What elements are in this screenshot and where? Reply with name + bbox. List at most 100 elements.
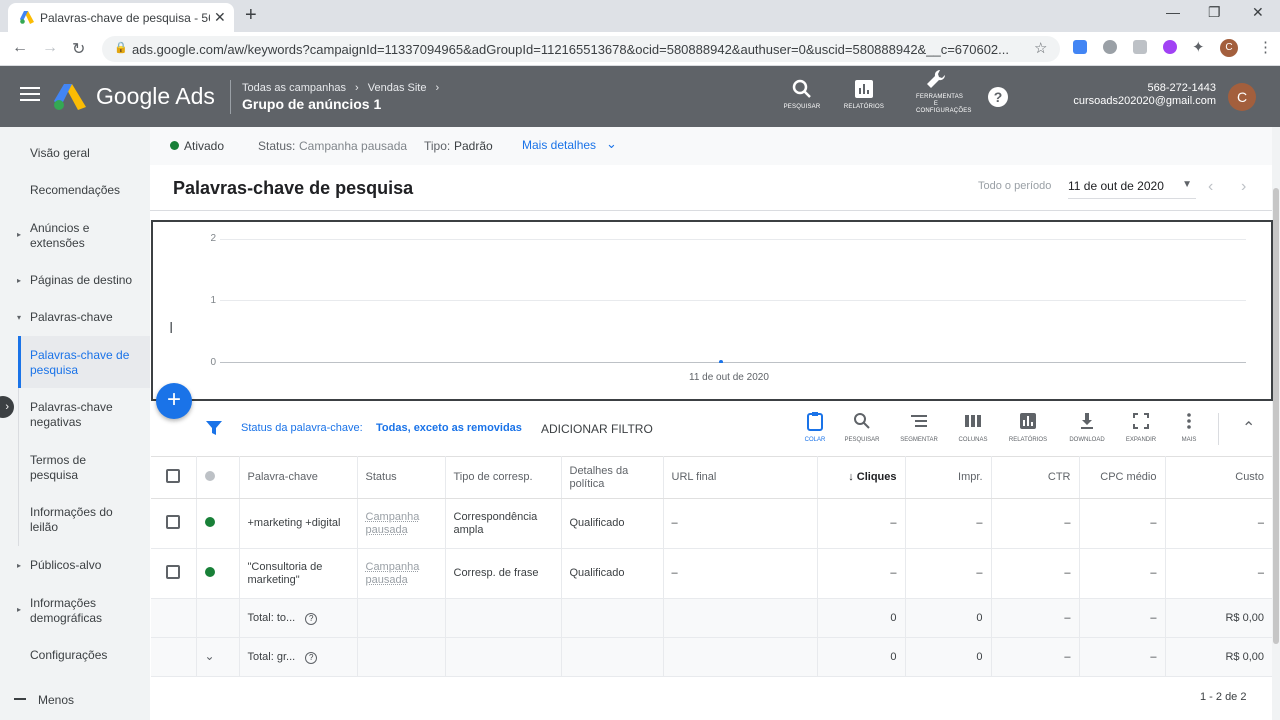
final-url-cell[interactable]: – bbox=[663, 548, 818, 599]
sidebar-item-search-keywords[interactable]: Palavras-chave de pesquisa bbox=[30, 348, 134, 378]
filter-value[interactable]: Todas, exceto as removidas bbox=[376, 422, 522, 434]
col-avg-cpc[interactable]: CPC médio bbox=[1079, 456, 1166, 499]
sidebar-item-ads-extensions[interactable]: Anúncios e extensões bbox=[30, 221, 110, 251]
sidebar-item-overview[interactable]: Visão geral bbox=[30, 146, 140, 161]
y-tick-label: 2 bbox=[210, 233, 216, 244]
search-tool-button[interactable]: PESQUISAR bbox=[772, 78, 832, 111]
sidebar-item-recommendations[interactable]: Recomendações bbox=[30, 183, 140, 198]
col-final-url[interactable]: URL final bbox=[663, 456, 818, 499]
sidebar-less-toggle[interactable]: Menos bbox=[38, 693, 148, 708]
filter-label[interactable]: Status da palavra-chave: bbox=[241, 422, 363, 434]
col-clicks[interactable]: ↓ Cliques bbox=[817, 456, 906, 499]
chevron-down-icon[interactable]: ⌄ bbox=[606, 136, 617, 152]
hamburger-menu-icon[interactable] bbox=[20, 87, 40, 101]
account-id[interactable]: 568-272-1443 bbox=[1060, 82, 1216, 94]
table-row[interactable]: +marketing +digital Campanha pausada Cor… bbox=[151, 498, 1272, 549]
close-tab-icon[interactable]: ✕ bbox=[214, 9, 226, 26]
maximize-icon[interactable]: ❐ bbox=[1208, 4, 1221, 21]
paste-button[interactable]: COLAR bbox=[793, 411, 837, 443]
toolbar-divider bbox=[1218, 413, 1219, 445]
avg-cpc-cell: – bbox=[1079, 498, 1166, 549]
search-table-button[interactable]: PESQUISAR bbox=[840, 411, 884, 443]
minimize-icon[interactable]: — bbox=[1166, 4, 1180, 20]
more-icon bbox=[1167, 411, 1211, 434]
download-button[interactable]: DOWNLOAD bbox=[1065, 411, 1109, 443]
row-checkbox[interactable] bbox=[166, 564, 181, 579]
extension-icon[interactable] bbox=[1133, 40, 1147, 54]
previous-period-icon[interactable]: ‹ bbox=[1208, 178, 1213, 196]
breadcrumb-all-campaigns[interactable]: Todas as campanhas bbox=[242, 82, 346, 94]
add-filter-button[interactable]: ADICIONAR FILTRO bbox=[541, 422, 653, 436]
puzzle-icon[interactable]: ✦ bbox=[1192, 38, 1205, 56]
browser-tab[interactable]: Palavras-chave de pesquisa - 56 ✕ bbox=[8, 3, 234, 32]
account-avatar[interactable]: C bbox=[1228, 83, 1256, 111]
keyword-cell[interactable]: +marketing +digital bbox=[239, 498, 358, 549]
profile-avatar[interactable]: C bbox=[1220, 39, 1238, 57]
sidebar-item-audiences[interactable]: Públicos-alvo bbox=[30, 558, 140, 573]
empty-cell bbox=[357, 637, 446, 677]
breadcrumb-campaign[interactable]: Vendas Site bbox=[368, 82, 427, 94]
more-details-link[interactable]: Mais detalhes bbox=[522, 138, 596, 152]
sidebar-item-keywords[interactable]: Palavras-chave bbox=[30, 310, 140, 325]
enabled-dot-icon[interactable] bbox=[204, 516, 215, 527]
browser-menu-icon[interactable]: ⋮ bbox=[1258, 38, 1273, 56]
col-impressions[interactable]: Impr. bbox=[905, 456, 992, 499]
google-ads-favicon-icon bbox=[20, 11, 34, 24]
col-ctr[interactable]: CTR bbox=[991, 456, 1080, 499]
next-period-icon[interactable]: › bbox=[1241, 178, 1246, 196]
extension-icon[interactable] bbox=[1103, 40, 1117, 54]
extension-icon[interactable] bbox=[1163, 40, 1177, 54]
sidebar-item-settings[interactable]: Configurações bbox=[30, 648, 140, 663]
filter-icon[interactable] bbox=[206, 420, 222, 439]
help-icon[interactable]: ? bbox=[988, 87, 1008, 107]
row-checkbox[interactable] bbox=[166, 514, 181, 529]
reports-table-button[interactable]: RELATÓRIOS bbox=[1006, 411, 1050, 443]
final-url-cell[interactable]: – bbox=[663, 498, 818, 549]
sidebar-item-negative-keywords[interactable]: Palavras-chave negativas bbox=[30, 400, 120, 430]
chevron-right-icon: › bbox=[435, 82, 440, 94]
sidebar-item-landing-pages[interactable]: Páginas de destino bbox=[30, 273, 140, 288]
tools-settings-button[interactable]: FERRAMENTAS E CONFIGURAÇÕES bbox=[906, 68, 971, 115]
reports-tool-button[interactable]: RELATÓRIOS bbox=[834, 78, 894, 111]
table-row[interactable]: "Consultoria de marketing" Campanha paus… bbox=[151, 548, 1272, 599]
chevron-down-icon[interactable]: ⌄ bbox=[205, 649, 215, 663]
select-all-checkbox[interactable] bbox=[166, 468, 181, 483]
columns-button[interactable]: COLUNAS bbox=[951, 411, 995, 443]
match-type-cell[interactable]: Corresp. de frase bbox=[445, 548, 562, 599]
scrollbar-thumb[interactable] bbox=[1273, 188, 1279, 644]
col-policy-details[interactable]: Detalhes da política bbox=[561, 456, 664, 499]
sidebar-item-search-terms[interactable]: Termos de pesquisa bbox=[30, 453, 100, 483]
add-keyword-button[interactable]: + bbox=[156, 383, 192, 419]
col-status[interactable]: Status bbox=[357, 456, 446, 499]
collapse-chevron-icon[interactable]: ⌃ bbox=[1242, 418, 1255, 438]
status-text[interactable]: Campanha pausada bbox=[366, 561, 420, 586]
enabled-dot-icon[interactable] bbox=[204, 566, 215, 577]
reload-icon[interactable]: ↻ bbox=[72, 39, 85, 59]
extension-icon[interactable] bbox=[1073, 40, 1087, 54]
sidebar-item-demographics[interactable]: Informações demográficas bbox=[30, 596, 110, 626]
help-circle-icon[interactable]: ? bbox=[305, 651, 318, 664]
back-icon[interactable]: ← bbox=[12, 39, 28, 57]
match-type-cell[interactable]: Correspondência ampla bbox=[445, 498, 562, 549]
close-window-icon[interactable]: ✕ bbox=[1252, 4, 1264, 21]
enabled-status[interactable]: Ativado bbox=[184, 139, 224, 153]
keyword-cell[interactable]: "Consultoria de marketing" bbox=[239, 548, 358, 599]
help-circle-icon[interactable]: ? bbox=[305, 612, 318, 625]
col-match-type[interactable]: Tipo de corresp. bbox=[445, 456, 562, 499]
forward-icon[interactable]: → bbox=[42, 39, 58, 57]
status-text[interactable]: Campanha pausada bbox=[366, 511, 420, 536]
more-button[interactable]: MAIS bbox=[1167, 411, 1211, 443]
brand-name: Google Ads bbox=[96, 83, 215, 109]
col-keyword[interactable]: Palavra-chave bbox=[239, 456, 358, 499]
date-range-selector[interactable]: 11 de out de 2020 ▼ bbox=[1068, 179, 1196, 199]
total-row: ⌄ Total: gr...? 0 0 – – R$ 0,00 bbox=[151, 637, 1272, 677]
bookmark-star-icon[interactable]: ☆ bbox=[1034, 39, 1047, 57]
ad-group-name[interactable]: Grupo de anúncios 1 bbox=[242, 96, 381, 112]
address-bar[interactable]: 🔒 ads.google.com/aw/keywords?campaignId=… bbox=[102, 36, 1060, 62]
segment-button[interactable]: SEGMENTAR bbox=[897, 411, 941, 443]
sidebar-item-auction-insights[interactable]: Informações do leilão bbox=[30, 505, 125, 535]
expand-button[interactable]: EXPANDIR bbox=[1119, 411, 1163, 443]
account-email[interactable]: cursoads202020@gmail.com bbox=[1040, 95, 1216, 107]
new-tab-icon[interactable]: + bbox=[245, 4, 257, 27]
col-cost[interactable]: Custo bbox=[1165, 456, 1272, 499]
